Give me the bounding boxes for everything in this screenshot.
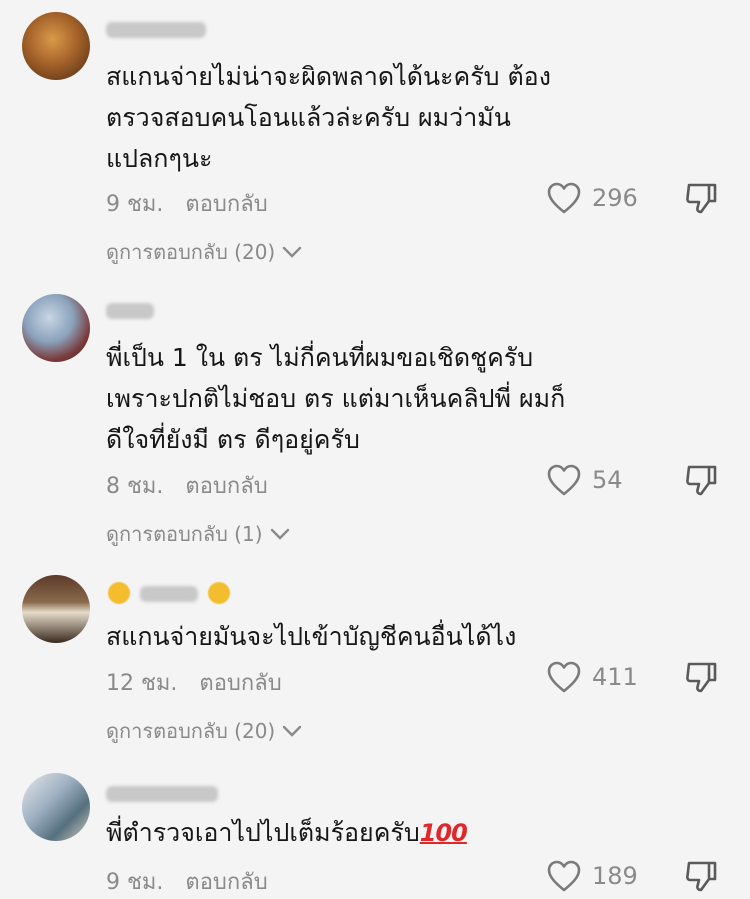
heart-outline-icon xyxy=(547,464,581,496)
reply-button[interactable]: ตอบกลับ xyxy=(199,665,281,700)
comment-meta: 9 ชม. ตอบกลับ xyxy=(106,186,268,221)
comment-text: สแกนจ่ายมันจะไปเข้าบัญชีคนอื่นได้ไง xyxy=(106,622,517,651)
comment-time: 12 ชม. xyxy=(106,671,178,696)
reply-button[interactable]: ตอบกลับ xyxy=(185,864,267,899)
thumbs-down-icon[interactable] xyxy=(683,463,719,497)
thumbs-down-icon[interactable] xyxy=(683,660,719,694)
comment-time: 9 ชม. xyxy=(106,870,164,895)
reply-button[interactable]: ตอบกลับ xyxy=(185,468,267,503)
like-count: 411 xyxy=(592,663,638,691)
heart-outline-icon xyxy=(547,182,581,214)
comment-meta: 9 ชม. ตอบกลับ xyxy=(106,864,268,899)
like-count: 189 xyxy=(592,862,638,890)
heart-outline-icon xyxy=(547,860,581,892)
reply-button[interactable]: ตอบกลับ xyxy=(185,186,267,221)
username-blurred[interactable] xyxy=(140,586,198,602)
username-blurred[interactable] xyxy=(106,22,206,38)
chevron-down-icon xyxy=(270,528,289,540)
comment-time: 9 ชม. xyxy=(106,192,164,217)
like-count: 296 xyxy=(592,184,638,212)
view-replies-button[interactable]: ดูการตอบกลับ (20) xyxy=(106,236,303,268)
comment-meta: 12 ชม. ตอบกลับ xyxy=(106,665,282,700)
like-count: 54 xyxy=(592,466,623,494)
heart-outline-icon xyxy=(547,661,581,693)
chevron-down-icon xyxy=(283,246,302,258)
like-button[interactable]: 411 xyxy=(546,660,638,694)
avatar[interactable] xyxy=(22,773,90,841)
hundred-points-emoji: 100 xyxy=(419,819,468,847)
comment-meta: 8 ชม. ตอบกลับ xyxy=(106,468,268,503)
comment-text: พี่ตำรวจเอาไปไปเต็มร้อยครับ100 xyxy=(106,818,468,847)
like-button[interactable]: 54 xyxy=(546,463,623,497)
avatar[interactable] xyxy=(22,12,90,80)
chevron-down-icon xyxy=(283,725,302,737)
avatar[interactable] xyxy=(22,294,90,362)
emoji-icon xyxy=(208,582,230,604)
comment-text: สแกนจ่ายไม่น่าจะผิดพลาดได้นะครับ ต้อง ตร… xyxy=(106,62,551,173)
emoji-icon xyxy=(108,582,130,604)
view-replies-button[interactable]: ดูการตอบกลับ (1) xyxy=(106,518,291,550)
avatar[interactable] xyxy=(22,575,90,643)
like-button[interactable]: 189 xyxy=(546,859,638,893)
username-blurred[interactable] xyxy=(106,786,218,802)
thumbs-down-icon[interactable] xyxy=(683,181,719,215)
comment-time: 8 ชม. xyxy=(106,474,164,499)
like-button[interactable]: 296 xyxy=(546,181,638,215)
comment-text: พี่เป็น 1 ใน ตร ไม่กี่คนที่ผมขอเชิดชูครั… xyxy=(106,343,566,454)
view-replies-button[interactable]: ดูการตอบกลับ (20) xyxy=(106,715,303,747)
username-blurred[interactable] xyxy=(106,303,154,319)
thumbs-down-icon[interactable] xyxy=(683,859,719,893)
